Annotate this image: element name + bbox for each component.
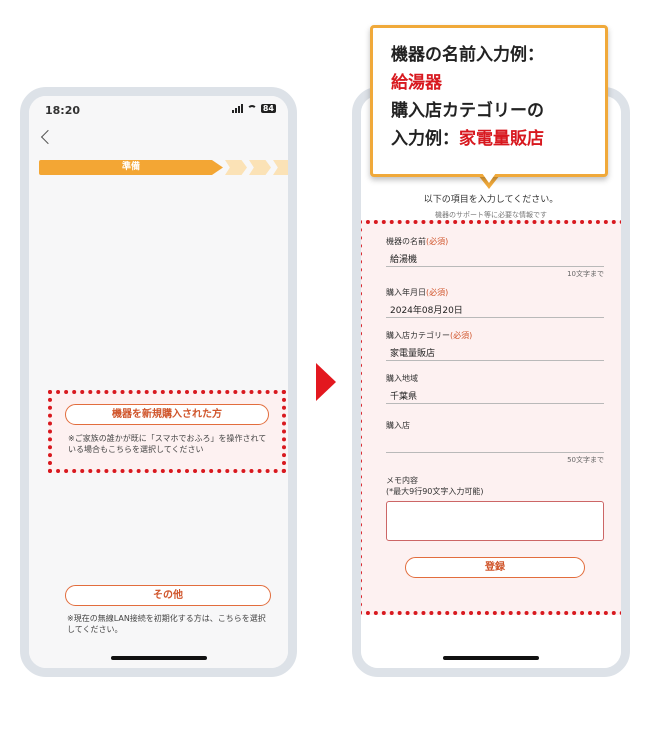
new-purchase-note: ※ご家族の誰かが既に「スマホでおふろ」を操作されている場合もこちらを選択してくだ… bbox=[68, 434, 267, 454]
store-category-select[interactable]: 家電量販店 bbox=[386, 341, 604, 361]
field-area: 購入地域 千葉県 bbox=[386, 373, 604, 404]
home-indicator bbox=[443, 656, 539, 660]
highlight-registration-form: 機器の名前(必須) 給湯機 10文字まで 購入年月日(必須) 2024年08月2… bbox=[361, 220, 621, 615]
progress-steps: 準備 bbox=[39, 160, 288, 175]
purchase-date-input[interactable]: 2024年08月20日 bbox=[386, 298, 604, 318]
home-indicator bbox=[110, 656, 207, 660]
device-name-input[interactable]: 給湯機 bbox=[386, 247, 604, 267]
field-device-name: 機器の名前(必須) 給湯機 10文字まで bbox=[386, 236, 604, 279]
form-intro-sub: 機器のサポート等に必要な情報です bbox=[435, 211, 547, 219]
other-note: ※現在の無線LAN接続を初期化する方は、こちらを選択してください。 bbox=[67, 614, 266, 634]
next-arrow-icon bbox=[316, 363, 336, 401]
callout-line4: 入力例：家電量販店 bbox=[391, 129, 544, 149]
signal-icon bbox=[231, 104, 243, 113]
step-pending-3 bbox=[273, 160, 288, 175]
field-store-category: 購入店カテゴリー(必須) 家電量販店 bbox=[386, 330, 604, 361]
other-button[interactable]: その他 bbox=[65, 585, 271, 606]
callout-line3: 購入店カテゴリーの bbox=[391, 101, 544, 121]
callout-tail-inner bbox=[482, 173, 496, 183]
register-button[interactable]: 登録 bbox=[405, 557, 585, 578]
new-purchase-button[interactable]: 機器を新規購入された方 bbox=[65, 404, 269, 425]
example-callout: 機器の名前入力例： 給湯器 購入店カテゴリーの 入力例：家電量販店 bbox=[370, 25, 608, 177]
form-intro: 以下の項目を入力してください。 bbox=[423, 195, 559, 205]
left-screen: 18:20 84 準備 機器を新規購入された方 ※ご家族の誰かが既に「スマホでお… bbox=[29, 96, 288, 668]
memo-textarea[interactable] bbox=[386, 501, 604, 541]
field-store: 購入店 50文字まで bbox=[386, 420, 604, 465]
callout-line2: 給湯器 bbox=[391, 73, 442, 93]
step-pending-1 bbox=[225, 160, 247, 175]
battery-icon: 84 bbox=[260, 104, 276, 113]
status-time: 18:20 bbox=[45, 104, 81, 117]
wifi-icon bbox=[246, 104, 257, 113]
device-name-counter: 10文字まで bbox=[567, 270, 604, 278]
field-memo: メモ内容 (*最大9行90文字入力可能) bbox=[386, 475, 604, 541]
field-purchase-date: 購入年月日(必須) 2024年08月20日 bbox=[386, 287, 604, 318]
status-icons: 84 bbox=[231, 104, 276, 113]
back-chevron-icon[interactable] bbox=[40, 129, 56, 145]
area-label: 購入地域 bbox=[386, 374, 418, 383]
callout-line1: 機器の名前入力例： bbox=[391, 45, 544, 65]
memo-label: メモ内容 bbox=[386, 476, 418, 485]
purchase-date-label: 購入年月日(必須) bbox=[386, 288, 449, 297]
step-pending-2 bbox=[249, 160, 271, 175]
store-label: 購入店 bbox=[386, 421, 410, 430]
store-category-label: 購入店カテゴリー(必須) bbox=[386, 331, 473, 340]
highlight-new-purchase: 機器を新規購入された方 ※ご家族の誰かが既に「スマホでおふろ」を操作されている場… bbox=[48, 390, 286, 473]
area-select[interactable]: 千葉県 bbox=[386, 384, 604, 404]
device-name-label: 機器の名前(必須) bbox=[386, 237, 449, 246]
left-phone-frame: 18:20 84 準備 機器を新規購入された方 ※ご家族の誰かが既に「スマホでお… bbox=[20, 87, 297, 677]
memo-hint: (*最大9行90文字入力可能) bbox=[386, 487, 484, 496]
store-counter: 50文字まで bbox=[567, 456, 604, 464]
store-input[interactable] bbox=[386, 431, 604, 453]
step-prepare: 準備 bbox=[39, 160, 223, 175]
status-bar: 18:20 84 bbox=[29, 96, 288, 120]
